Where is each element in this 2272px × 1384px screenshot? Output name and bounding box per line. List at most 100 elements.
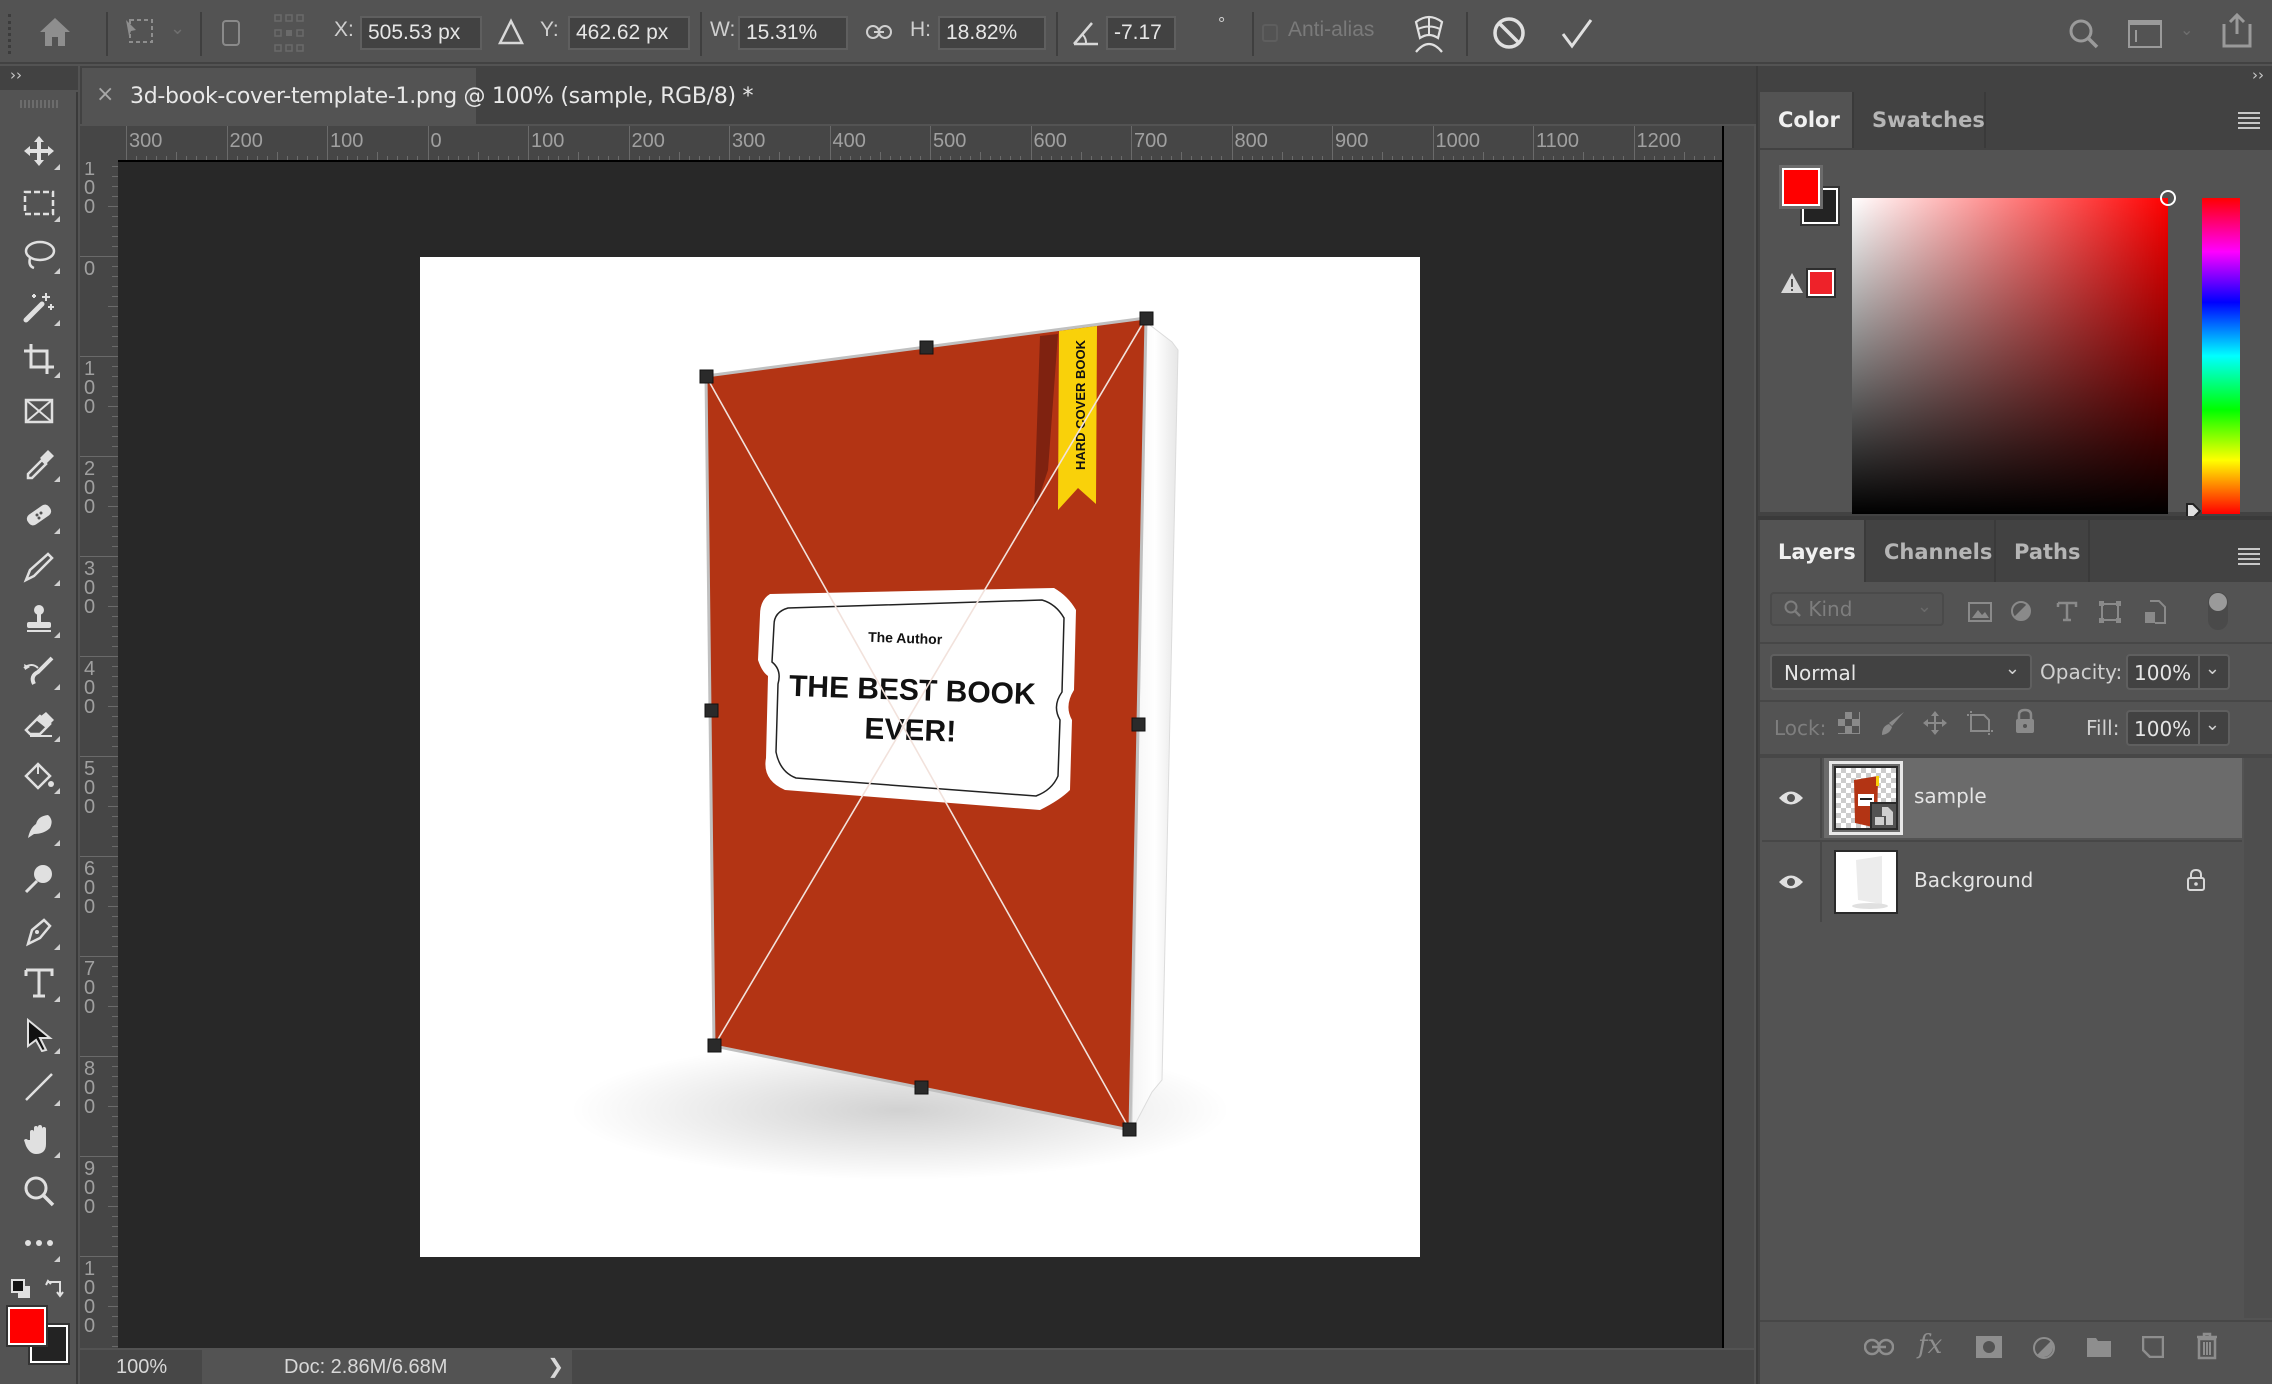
layer-visibility-toggle[interactable]	[1762, 758, 1822, 838]
toolbar-grip[interactable]	[20, 100, 58, 108]
options-bar-grip[interactable]	[8, 14, 12, 54]
paint-bucket-tool[interactable]	[14, 752, 64, 798]
hand-tool[interactable]	[14, 1116, 64, 1162]
vertical-ruler[interactable]: 100 0 100 200 300 400 500 600 700 800 900 1000	[80, 162, 118, 1348]
color-panel-menu-icon[interactable]	[2238, 112, 2260, 132]
lock-artboard-icon[interactable]	[1966, 710, 1994, 736]
document-canvas-area[interactable]: HARD COVER BOOK The Author THE BEST BOOK…	[118, 162, 1722, 1348]
tab-paths[interactable]: Paths	[1996, 520, 2090, 584]
fx-icon[interactable]: fx	[1918, 1330, 1942, 1360]
transform-handle-top-right[interactable]	[1139, 311, 1154, 326]
frame-tool[interactable]	[14, 388, 64, 434]
edit-toolbar-button[interactable]	[14, 1220, 64, 1266]
reference-point-grid-icon[interactable]	[274, 14, 304, 52]
link-layers-icon[interactable]	[1864, 1338, 1894, 1356]
layer-thumbnail[interactable]	[1829, 761, 1903, 835]
zoom-tool[interactable]	[14, 1168, 64, 1214]
workspace-icon[interactable]	[2128, 20, 2162, 48]
search-icon[interactable]	[2068, 18, 2100, 50]
clone-stamp-tool[interactable]	[14, 596, 64, 642]
workspace-chevron-icon[interactable]: ⌄	[2180, 20, 2193, 39]
tab-layers[interactable]: Layers	[1760, 520, 1866, 584]
layer-visibility-toggle[interactable]	[1762, 842, 1822, 922]
layers-scrollbar[interactable]	[2244, 758, 2272, 1318]
reference-point-toggle-icon[interactable]	[222, 20, 240, 46]
tab-swatches[interactable]: Swatches	[1854, 92, 1986, 148]
pen-tool[interactable]	[14, 908, 64, 954]
magic-wand-tool[interactable]	[14, 284, 64, 330]
height-input[interactable]: 18.82%	[938, 16, 1046, 50]
collapse-panels-icon[interactable]: ››	[2252, 66, 2264, 84]
layer-filter-kind-select[interactable]: Kind ⌄	[1770, 592, 1944, 626]
share-icon[interactable]	[2220, 12, 2254, 48]
adjustment-layer-icon[interactable]	[2032, 1336, 2056, 1360]
document-tab[interactable]: × 3d-book-cover-template-1.png @ 100% (s…	[82, 68, 754, 124]
panel-foreground-color-swatch[interactable]	[1779, 165, 1823, 209]
link-icon[interactable]	[866, 24, 892, 40]
layer-lock-icon[interactable]	[2186, 868, 2206, 892]
transform-handle-top[interactable]	[919, 340, 934, 355]
commit-transform-button[interactable]	[1560, 16, 1594, 50]
document-info[interactable]: Doc: 2.86M/6.68M ❯	[202, 1350, 572, 1384]
horizontal-ruler[interactable]: 300 200 100 0 100 200 300 400 500 600 700 800 900 100…	[118, 126, 1722, 162]
lasso-tool[interactable]	[14, 232, 64, 278]
toolbar-header[interactable]: ››	[0, 66, 78, 90]
spot-healing-tool[interactable]	[14, 492, 64, 538]
type-tool[interactable]	[14, 960, 64, 1006]
eyedropper-tool[interactable]	[14, 440, 64, 486]
x-position-input[interactable]: 505.53 px	[360, 16, 482, 50]
layer-thumbnail[interactable]	[1834, 850, 1898, 914]
crop-tool[interactable]	[14, 336, 64, 382]
rotation-angle-input[interactable]: -7.17	[1106, 16, 1176, 50]
transform-handle-bottom[interactable]	[914, 1080, 929, 1095]
canvas-svg[interactable]: HARD COVER BOOK The Author THE BEST BOOK…	[118, 162, 1722, 1348]
fill-chevron-icon[interactable]: ⌄	[2205, 714, 2220, 735]
transform-handle-right[interactable]	[1131, 717, 1146, 732]
transform-tool-icon[interactable]	[122, 14, 158, 50]
status-menu-arrow-icon[interactable]: ❯	[547, 1354, 564, 1378]
filter-toggle-switch[interactable]	[2208, 592, 2228, 630]
tab-color[interactable]: Color	[1760, 92, 1854, 148]
filter-pixel-layers-icon[interactable]	[1968, 602, 1992, 622]
filter-adjustment-layers-icon[interactable]	[2010, 600, 2032, 622]
add-mask-icon[interactable]	[1976, 1336, 2002, 1358]
tool-preset-chevron-icon[interactable]: ⌄	[170, 18, 185, 39]
new-group-icon[interactable]	[2086, 1336, 2112, 1358]
smudge-tool[interactable]	[14, 804, 64, 850]
opacity-chevron-icon[interactable]: ⌄	[2205, 658, 2220, 679]
cancel-transform-button[interactable]	[1492, 16, 1526, 50]
rectangular-marquee-tool[interactable]	[14, 180, 64, 226]
close-document-icon[interactable]: ×	[96, 82, 114, 107]
transform-handle-bottom-left[interactable]	[707, 1038, 722, 1053]
layer-name[interactable]: Background	[1914, 868, 2033, 892]
move-tool[interactable]	[14, 128, 64, 174]
saturation-brightness-field[interactable]	[1852, 190, 2176, 514]
ruler-origin[interactable]	[80, 126, 118, 162]
filter-shape-layers-icon[interactable]	[2098, 600, 2122, 624]
lock-image-pixels-icon[interactable]	[1880, 710, 1906, 736]
tab-channels[interactable]: Channels	[1866, 520, 1996, 584]
swap-colors-icon[interactable]	[44, 1278, 66, 1300]
line-tool[interactable]	[14, 1064, 64, 1110]
warp-icon[interactable]	[1410, 12, 1448, 54]
y-position-input[interactable]: 462.62 px	[568, 16, 690, 50]
lock-all-icon[interactable]	[2014, 708, 2036, 734]
vertical-scrollbar[interactable]	[1722, 126, 1754, 1348]
color-picker-cursor[interactable]	[2160, 190, 2176, 206]
delete-layer-icon[interactable]	[2196, 1332, 2218, 1360]
collapse-toolbar-icon[interactable]: ››	[10, 66, 22, 84]
filter-smart-objects-icon[interactable]	[2144, 600, 2166, 624]
gamut-warning-swatch[interactable]	[1806, 268, 1836, 298]
blend-mode-select[interactable]: Normal ⌄	[1770, 654, 2032, 690]
transform-handle-top-left[interactable]	[699, 369, 714, 384]
hue-slider[interactable]	[2202, 198, 2240, 514]
fill-input[interactable]: 100% ⌄	[2126, 710, 2230, 746]
layer-row-sample[interactable]: sample	[1762, 758, 2242, 838]
path-selection-tool[interactable]	[14, 1012, 64, 1058]
layer-row-background[interactable]: Background	[1762, 840, 2242, 922]
transform-handle-bottom-right[interactable]	[1122, 1122, 1137, 1137]
relative-position-delta-icon[interactable]	[498, 18, 524, 46]
foreground-color-swatch[interactable]	[6, 1305, 48, 1347]
layer-name[interactable]: sample	[1914, 784, 1987, 808]
home-icon[interactable]	[38, 16, 72, 48]
